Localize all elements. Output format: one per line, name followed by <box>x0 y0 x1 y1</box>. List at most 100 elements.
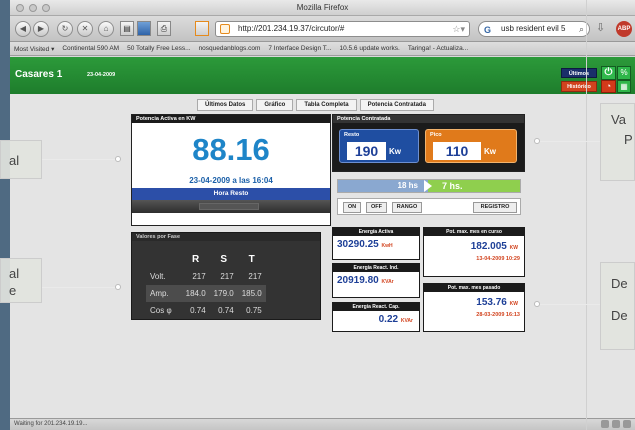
adblock-icon[interactable]: ABP <box>616 21 632 37</box>
callout-right-bottom-line2: De <box>611 308 628 323</box>
tab-potencia-contratada[interactable]: Potencia Contratada <box>359 99 434 111</box>
horario-to: 7 hs. <box>428 180 520 192</box>
pot-max-pasado-date: 28-03-2009 16:13 <box>476 312 520 318</box>
bookmark-item[interactable]: Taringa! - Actualiza... <box>408 45 468 52</box>
pot-max-curso-unit: KW <box>509 245 518 251</box>
resto-value: 190 <box>347 142 386 160</box>
site-header: Casares 1 23-04-2009 Últimos Histórico ⏻… <box>10 57 635 94</box>
status-addon-icon[interactable] <box>612 420 620 428</box>
site-favicon-icon <box>220 24 230 34</box>
callout-dot <box>115 284 121 290</box>
download-icon[interactable]: ⇩ <box>596 21 605 34</box>
resto-box: Resto 190 Kw <box>339 129 419 163</box>
energia-react-cap-title: Energía React. Cap. <box>333 303 419 311</box>
percent-icon[interactable]: % <box>617 66 631 80</box>
fase-header-t: T <box>248 254 255 265</box>
url-text: http://201.234.19.37/circutor/# <box>238 24 345 33</box>
potencia-activa-title: Potencia Activa en KW <box>132 115 330 123</box>
energia-activa-value: 30290.25 <box>337 239 379 250</box>
power-icon[interactable]: ⏻ <box>601 66 616 80</box>
callout-right-top-line1: Va <box>611 112 626 127</box>
potencia-contratada-title: Potencia Contratada <box>333 115 524 123</box>
bookmark-toolbar-icon[interactable]: ▤ <box>120 21 134 36</box>
search-text: usb resident evil 5 <box>501 24 566 33</box>
row-label: Amp. <box>150 289 169 298</box>
stop-icon[interactable]: ✕ <box>77 21 93 37</box>
potencia-activa-datetime: 23-04-2009 a las 16:04 <box>189 176 273 185</box>
table-cell: 217 <box>192 272 206 281</box>
fase-header-s: S <box>220 254 228 265</box>
page-icon[interactable] <box>137 21 151 36</box>
rss-icon[interactable] <box>195 21 209 36</box>
bookmark-item[interactable]: 10.5.6 update works. <box>339 45 399 52</box>
url-bar[interactable]: http://201.234.19.37/circutor/# ☆▾ <box>215 21 470 37</box>
bookmark-item[interactable]: nosquedanblogs.com <box>199 45 261 52</box>
zoom-window-button[interactable] <box>42 4 50 12</box>
energia-react-ind-title: Energía React. Ind. <box>333 264 419 272</box>
close-window-button[interactable] <box>16 4 24 12</box>
table-row: Amp. 184.0 179.0 185.0 <box>146 285 266 302</box>
off-button[interactable]: OFF <box>366 202 387 213</box>
energia-react-ind-value: 20919.80 <box>337 275 379 286</box>
status-addon-icon[interactable] <box>623 420 631 428</box>
pico-unit: Kw <box>484 147 496 156</box>
pot-max-pasado-unit: KW <box>509 301 518 307</box>
callout-line <box>539 304 600 305</box>
search-icon[interactable]: ⌕ <box>579 22 584 36</box>
valores-fase-panel: Valores por Fase R S T Volt. 217 217 217… <box>131 232 321 320</box>
page-content: Casares 1 23-04-2009 Últimos Histórico ⏻… <box>10 57 635 418</box>
potencia-activa-value: 88.16 <box>192 132 270 167</box>
table-cell: 184.0 <box>185 289 206 298</box>
fase-header-r: R <box>192 254 200 265</box>
status-addon-icon[interactable] <box>601 420 609 428</box>
ultimos-button[interactable]: Últimos <box>561 68 597 78</box>
pot-max-pasado-value: 153.76 <box>476 297 507 308</box>
energia-activa-reading: 30290.25 KwH <box>333 239 419 250</box>
callout-line <box>539 141 600 142</box>
registro-button[interactable]: REGISTRO <box>473 202 517 213</box>
back-icon[interactable]: ◀ <box>15 21 31 37</box>
table-row: Cos φ 0.74 0.74 0.75 <box>146 302 266 319</box>
search-bar[interactable]: G usb resident evil 5 ⌕ <box>478 21 590 37</box>
pot-max-pasado-title: Pot. max. mes pasado <box>424 284 524 292</box>
table-row: Volt. 217 217 217 <box>146 268 266 285</box>
bookmark-item[interactable]: 7 Interface Design T... <box>268 45 331 52</box>
arrow-right-icon <box>424 180 432 192</box>
minimize-window-button[interactable] <box>29 4 37 12</box>
fase-table: R S T Volt. 217 217 217 Amp. 184.0 179.0… <box>146 251 266 319</box>
callout-right-top: Va P <box>600 103 635 181</box>
tab-ultimos-datos[interactable]: Últimos Datos <box>197 99 254 111</box>
energia-activa-panel: Energía Activa 30290.25 KwH <box>332 227 420 260</box>
hora-resto-label: Hora Resto <box>132 188 330 200</box>
callout-line <box>42 287 118 288</box>
tab-grafico[interactable]: Gráfico <box>256 99 294 111</box>
valores-fase-title: Valores por Fase <box>132 233 320 241</box>
potencia-activa-panel: Potencia Activa en KW 88.16 23-04-2009 a… <box>131 114 331 226</box>
alarm-icon[interactable]: ◔ <box>601 80 616 93</box>
bookmark-star-icon[interactable]: ☆▾ <box>452 22 465 36</box>
navigation-toolbar: ◀ ▶ ↻ ✕ ⌂ ▤ ⎙ http://201.234.19.37/circu… <box>10 16 635 42</box>
rango-button[interactable]: RANGO <box>392 202 422 213</box>
energia-react-cap-value: 0.22 <box>378 314 399 325</box>
home-icon[interactable]: ⌂ <box>98 21 114 37</box>
callout-right-top-line2: P <box>624 132 633 147</box>
window-title: Mozilla Firefox <box>296 3 349 12</box>
potencia-contratada-panel: Potencia Contratada Resto 190 Kw Pico 11… <box>332 114 525 172</box>
bookmark-item[interactable]: 50 Totally Free Less... <box>127 45 190 52</box>
window-controls <box>16 4 50 12</box>
tab-tabla-completa[interactable]: Tabla Completa <box>296 99 357 111</box>
bookmark-item[interactable]: Continental 590 AM <box>62 45 119 52</box>
print-icon[interactable]: ⎙ <box>157 21 171 36</box>
reload-icon[interactable]: ↻ <box>57 21 73 37</box>
table-cell: 0.75 <box>246 306 262 315</box>
historico-button[interactable]: Histórico <box>561 81 597 92</box>
footer-slot <box>199 203 259 210</box>
pot-max-pasado-reading: 153.76 KW <box>424 297 524 308</box>
callout-right-bottom: De De <box>600 262 635 350</box>
grid-icon[interactable]: ▦ <box>617 80 631 93</box>
pot-max-curso-title: Pot. max. mes en curso <box>424 228 524 236</box>
bookmark-item[interactable]: Most Visited ▾ <box>14 45 54 53</box>
table-cell: 217 <box>248 272 262 281</box>
forward-icon[interactable]: ▶ <box>33 21 49 37</box>
on-button[interactable]: ON <box>343 202 361 213</box>
